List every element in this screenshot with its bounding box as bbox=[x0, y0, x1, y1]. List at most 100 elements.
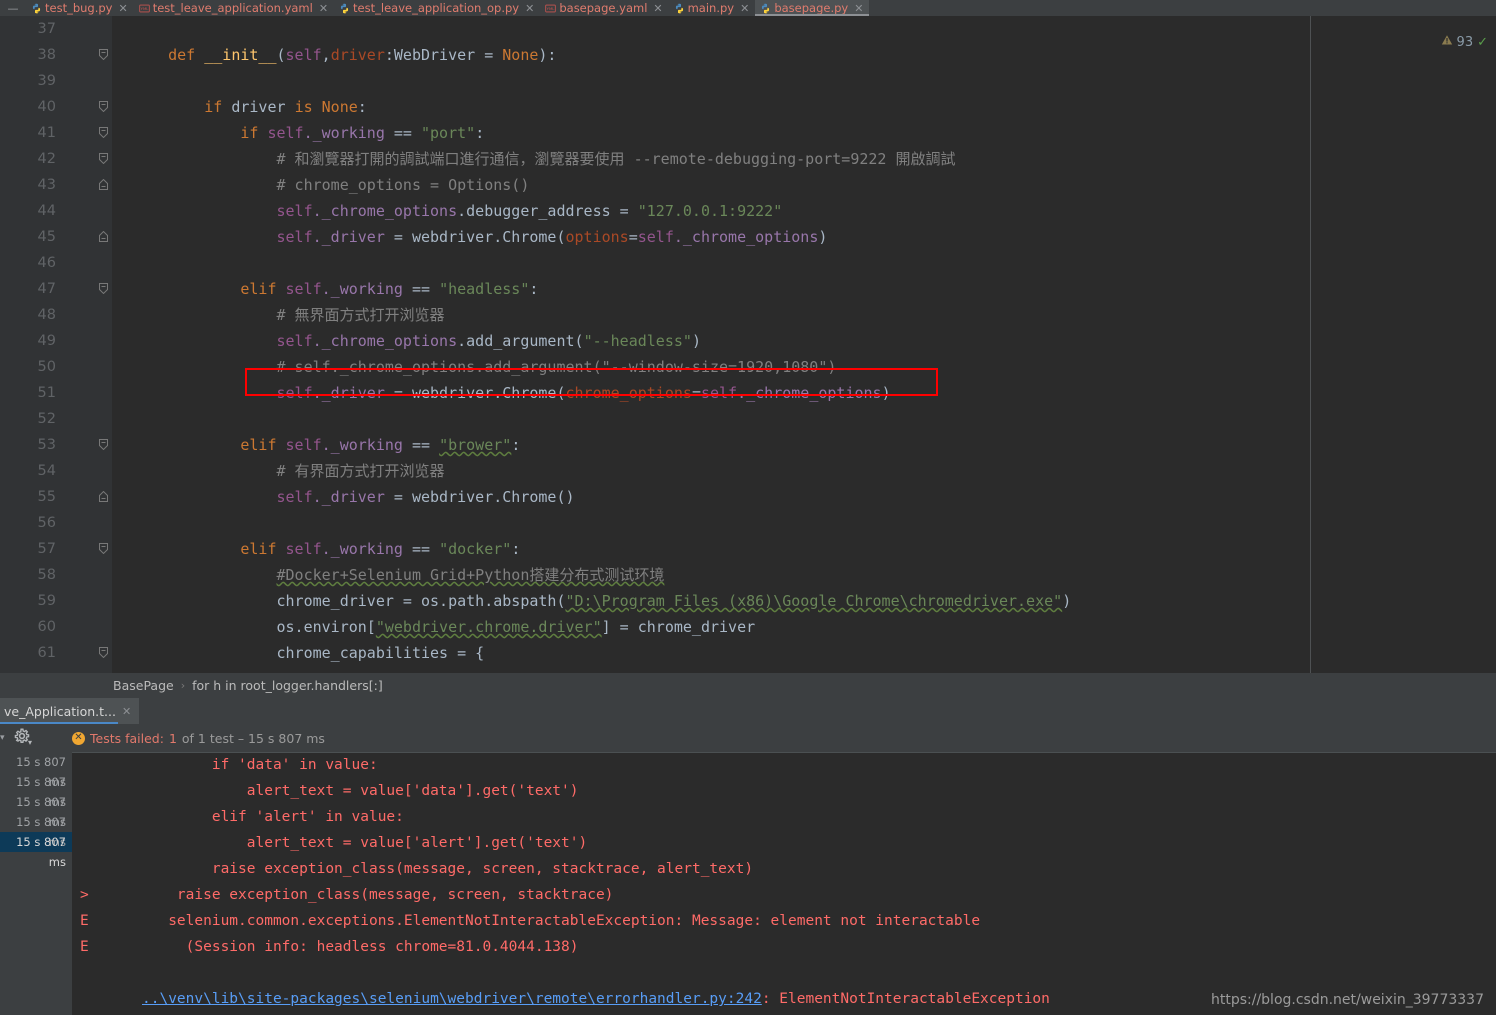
code-line-51[interactable]: self._driver = webdriver.Chrome(chrome_o… bbox=[112, 380, 1496, 406]
tests-failed-label: Tests failed: bbox=[90, 730, 164, 746]
code-line-47[interactable]: elif self._working == "headless": bbox=[112, 276, 1496, 302]
breadcrumb[interactable]: BasePage › for h in root_logger.handlers… bbox=[0, 673, 1496, 698]
comment-text: # self._chrome_options.add_argument("--w… bbox=[132, 358, 837, 376]
line-number: 42 bbox=[37, 151, 56, 167]
editor-tab-basepage-py[interactable]: basepage.py ✕ bbox=[755, 0, 870, 16]
run-tab-leave-application[interactable]: ve_Application.t... ✕ bbox=[0, 698, 140, 724]
line-number: 54 bbox=[37, 463, 56, 479]
editor-tab-test-bug-py[interactable]: test_bug.py ✕ bbox=[26, 0, 134, 16]
inspection-status[interactable]: 93 ✓ bbox=[1441, 34, 1488, 50]
editor-tab-basepage-yaml[interactable]: YML basepage.yaml ✕ bbox=[540, 0, 668, 16]
console-line: E (Session info: headless chrome=81.0.40… bbox=[72, 934, 1496, 960]
breadcrumb-item-statement[interactable]: for h in root_logger.handlers[:] bbox=[192, 678, 383, 693]
line-number: 44 bbox=[37, 203, 56, 219]
chevron-down-icon[interactable]: ▾ bbox=[0, 733, 10, 743]
code-line-40[interactable]: if driver is None: bbox=[112, 94, 1496, 120]
console-line: E selenium.common.exceptions.ElementNotI… bbox=[72, 908, 1496, 934]
duration-row[interactable]: 15 s 807 ms bbox=[0, 812, 72, 849]
close-icon[interactable]: ✕ bbox=[653, 2, 662, 15]
fold-marker-icon[interactable] bbox=[98, 283, 109, 294]
python-file-icon bbox=[674, 3, 685, 14]
fold-marker-icon[interactable] bbox=[98, 127, 109, 138]
gutter-row: 44 bbox=[28, 198, 112, 224]
line-number: 52 bbox=[37, 411, 56, 427]
line-number: 59 bbox=[37, 593, 56, 609]
test-output-console[interactable]: if 'data' in value: alert_text = value['… bbox=[72, 752, 1496, 1015]
close-icon[interactable]: ✕ bbox=[854, 2, 863, 15]
code-line-61[interactable]: chrome_capabilities = { bbox=[112, 640, 1496, 666]
close-icon[interactable]: ✕ bbox=[319, 2, 328, 15]
gutter-row: 39 bbox=[28, 68, 112, 94]
code-line-53[interactable]: elif self._working == "brower": bbox=[112, 432, 1496, 458]
code-line-42[interactable]: # 和瀏覽器打開的調試端口進行通信，瀏覽器要使用 --remote-debugg… bbox=[112, 146, 1496, 172]
fold-marker-icon[interactable] bbox=[98, 439, 109, 450]
fold-marker-icon[interactable] bbox=[98, 49, 109, 60]
code-line-60[interactable]: os.environ["webdriver.chrome.driver"] = … bbox=[112, 614, 1496, 640]
line-number: 60 bbox=[37, 619, 56, 635]
fold-marker-icon[interactable] bbox=[98, 491, 109, 502]
close-icon[interactable]: ✕ bbox=[118, 2, 127, 15]
code-line-38[interactable]: def __init__(self,driver:WebDriver = Non… bbox=[112, 42, 1496, 68]
inspection-ok-icon[interactable]: ✓ bbox=[1477, 35, 1488, 50]
fold-marker-icon[interactable] bbox=[98, 179, 109, 190]
code-line-54[interactable]: # 有界面方式打开浏览器 bbox=[112, 458, 1496, 484]
error-exception-name: : ElementNotInteractableException bbox=[761, 991, 1050, 1007]
breadcrumb-item-class[interactable]: BasePage bbox=[113, 678, 174, 693]
close-icon[interactable]: ✕ bbox=[740, 2, 749, 15]
editor-tab-main-py[interactable]: main.py ✕ bbox=[669, 0, 756, 16]
comment-text: # 有界面方式打开浏览器 bbox=[132, 462, 445, 480]
code-line-58[interactable]: #Docker+Selenium Grid+Python搭建分布式测试环境 bbox=[112, 562, 1496, 588]
run-tab-label: ve_Application.t... bbox=[4, 703, 116, 719]
line-number: 56 bbox=[37, 515, 56, 531]
line-number: 41 bbox=[37, 125, 56, 141]
comment-link-text[interactable]: #Docker+Selenium Grid+Python搭建分布式测试环境 bbox=[277, 566, 665, 584]
duration-row[interactable]: 15 s 807 ms bbox=[0, 752, 72, 789]
code-line-50[interactable]: # self._chrome_options.add_argument("--w… bbox=[112, 354, 1496, 380]
duration-row-selected[interactable]: 15 s 807 ms bbox=[0, 832, 72, 869]
code-line-52[interactable] bbox=[112, 406, 1496, 432]
gutter-row: 54 bbox=[28, 458, 112, 484]
code-line-39[interactable] bbox=[112, 68, 1496, 94]
line-number: 50 bbox=[37, 359, 56, 375]
fold-marker-icon[interactable] bbox=[98, 543, 109, 554]
code-line-37[interactable] bbox=[112, 16, 1496, 42]
code-line-49[interactable]: self._chrome_options.add_argument("--hea… bbox=[112, 328, 1496, 354]
code-line-57[interactable]: elif self._working == "docker": bbox=[112, 536, 1496, 562]
code-line-45[interactable]: self._driver = webdriver.Chrome(options=… bbox=[112, 224, 1496, 250]
collapse-tabs-button[interactable]: — bbox=[0, 0, 26, 16]
gutter-background bbox=[0, 16, 28, 673]
code-line-56[interactable] bbox=[112, 510, 1496, 536]
code-line-59[interactable]: chrome_driver = os.path.abspath("D:\Prog… bbox=[112, 588, 1496, 614]
gutter-row: 38 bbox=[28, 42, 112, 68]
duration-row[interactable]: 15 s 807 ms bbox=[0, 792, 72, 829]
duration-row[interactable]: 15 s 807 ms bbox=[0, 772, 72, 809]
ide-window: — test_bug.py ✕ YML test_leave_applicati… bbox=[0, 0, 1496, 1015]
yaml-file-icon: YML bbox=[138, 3, 150, 14]
close-icon[interactable]: ✕ bbox=[122, 705, 131, 718]
gear-icon[interactable]: ▾ bbox=[14, 728, 34, 748]
console-line-marker: E bbox=[80, 939, 89, 955]
gutter-row: 61 bbox=[28, 640, 112, 666]
gutter-row: 59 bbox=[28, 588, 112, 614]
code-line-48[interactable]: # 無界面方式打开浏览器 bbox=[112, 302, 1496, 328]
code-line-41[interactable]: if self._working == "port": bbox=[112, 120, 1496, 146]
line-number: 55 bbox=[37, 489, 56, 505]
code-line-43[interactable]: # chrome_options = Options() bbox=[112, 172, 1496, 198]
close-icon[interactable]: ✕ bbox=[525, 2, 534, 15]
editor-tab-test-leave-application-yaml[interactable]: YML test_leave_application.yaml ✕ bbox=[134, 0, 334, 16]
svg-text:YML: YML bbox=[547, 6, 556, 11]
error-file-link[interactable]: ..\venv\lib\site-packages\selenium\webdr… bbox=[142, 991, 762, 1007]
code-line-46[interactable] bbox=[112, 250, 1496, 276]
code-line-55[interactable]: self._driver = webdriver.Chrome() bbox=[112, 484, 1496, 510]
editor-tab-test-leave-application-op-py[interactable]: test_leave_application_op.py ✕ bbox=[334, 0, 540, 16]
code-line-44[interactable]: self._chrome_options.debugger_address = … bbox=[112, 198, 1496, 224]
code-text-area[interactable]: def __init__(self,driver:WebDriver = Non… bbox=[112, 16, 1496, 673]
watermark: https://blog.csdn.net/weixin_39773337 bbox=[1210, 992, 1484, 1008]
gutter-row: 45 bbox=[28, 224, 112, 250]
fold-marker-icon[interactable] bbox=[98, 101, 109, 112]
line-number-gutter[interactable]: 37 38 39 40 41 42 43 44 45 46 47 48 49 5… bbox=[28, 16, 112, 673]
fold-marker-icon[interactable] bbox=[98, 153, 109, 164]
fold-marker-icon[interactable] bbox=[98, 231, 109, 242]
code-editor[interactable]: 37 38 39 40 41 42 43 44 45 46 47 48 49 5… bbox=[0, 16, 1496, 673]
fold-marker-icon[interactable] bbox=[98, 647, 109, 658]
